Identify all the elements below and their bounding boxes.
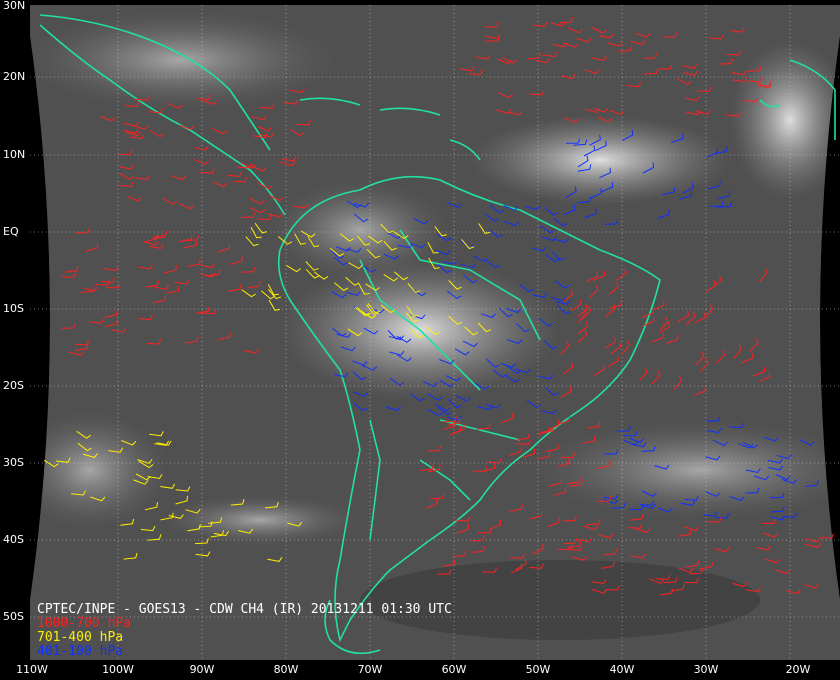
legend-low-level: 1000-700 hPa: [37, 616, 131, 631]
lat-label-10s: 10S: [3, 302, 24, 315]
lon-label-50w: 50W: [525, 663, 551, 676]
lat-label-40s: 40S: [3, 533, 24, 546]
lat-label-eq: EQ: [3, 225, 19, 238]
satellite-imagery: [30, 5, 840, 660]
lat-label-20s: 20S: [3, 379, 24, 392]
legend-high-level: 401-100 hPa: [37, 644, 124, 659]
lon-label-70w: 70W: [357, 663, 383, 676]
legend-mid-level: 701-400 hPa: [37, 630, 124, 645]
lat-label-10n: 10N: [3, 148, 26, 161]
lon-label-30w: 30W: [693, 663, 719, 676]
lon-label-90w: 90W: [189, 663, 215, 676]
lon-label-60w: 60W: [441, 663, 467, 676]
satellite-map: [30, 5, 840, 660]
lat-label-30s: 30S: [3, 456, 24, 469]
lon-label-20w: 20W: [785, 663, 811, 676]
lon-label-40w: 40W: [609, 663, 635, 676]
map-title: CPTEC/INPE - GOES13 - CDW CH4 (IR) 20131…: [37, 602, 452, 617]
map-caption: CPTEC/INPE - GOES13 - CDW CH4 (IR) 20131…: [37, 603, 452, 659]
lon-label-80w: 80W: [273, 663, 299, 676]
lat-label-50s: 50S: [3, 610, 24, 623]
lon-label-110w: 110W: [16, 663, 48, 676]
lat-label-30n: 30N: [3, 0, 26, 12]
lon-label-100w: 100W: [102, 663, 134, 676]
lat-label-20n: 20N: [3, 70, 26, 83]
